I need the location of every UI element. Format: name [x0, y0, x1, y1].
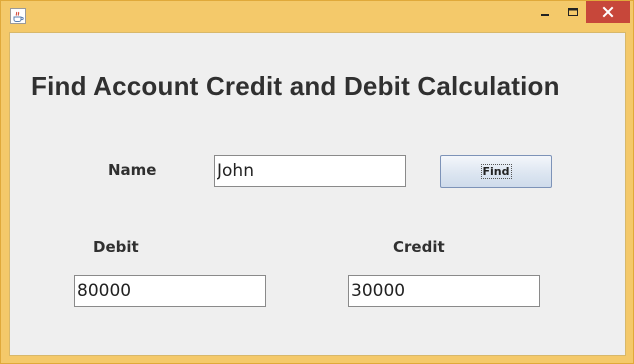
credit-input[interactable] [348, 275, 540, 307]
debit-label: Debit [93, 238, 139, 256]
minimize-button[interactable] [531, 1, 559, 23]
content-panel: Find Account Credit and Debit Calculatio… [9, 32, 626, 356]
java-coffee-icon[interactable] [10, 8, 26, 24]
find-button-label: Find [480, 164, 512, 179]
app-window: Find Account Credit and Debit Calculatio… [0, 0, 634, 364]
minimize-icon [541, 14, 549, 16]
name-input[interactable] [214, 155, 406, 187]
find-button[interactable]: Find [440, 155, 552, 188]
close-icon [602, 6, 614, 18]
maximize-button[interactable] [559, 1, 587, 23]
name-label: Name [108, 161, 157, 179]
close-button[interactable] [586, 1, 630, 23]
debit-input[interactable] [74, 275, 266, 307]
maximize-icon [568, 8, 578, 16]
credit-label: Credit [393, 238, 445, 256]
title-bar[interactable] [1, 1, 633, 31]
page-title: Find Account Credit and Debit Calculatio… [31, 71, 560, 101]
